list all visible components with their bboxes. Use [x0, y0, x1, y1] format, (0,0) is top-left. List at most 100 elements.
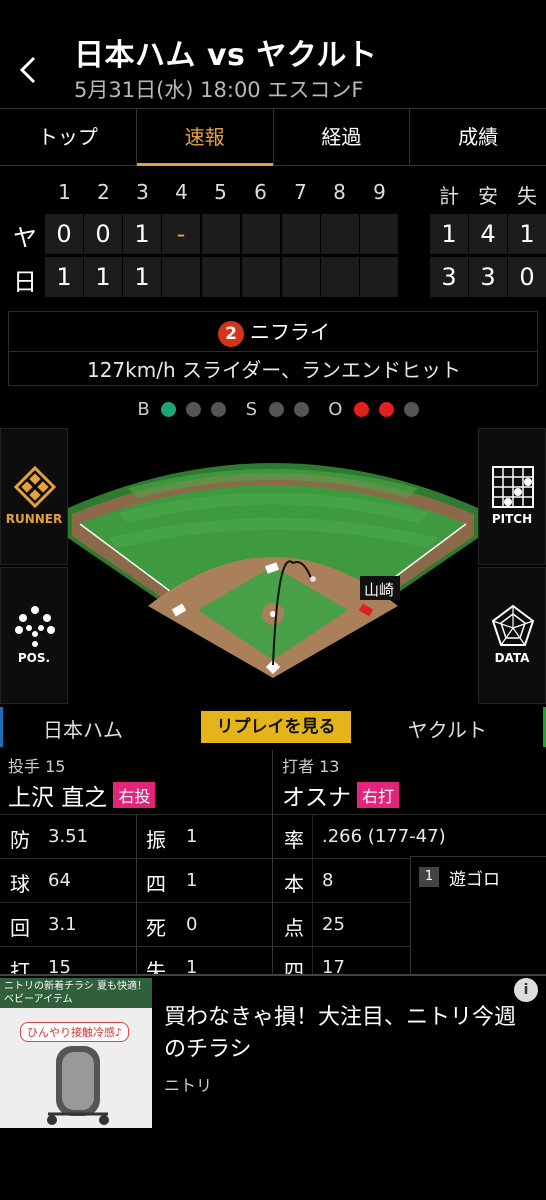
- out-dot: [378, 401, 394, 417]
- tab-stats[interactable]: 成績: [410, 109, 546, 165]
- score-cell: [202, 214, 240, 254]
- ad-title[interactable]: 買わなきゃ損！大注目、ニトリ今週のチラシ: [164, 1002, 534, 1066]
- runner-name-label: 山崎: [364, 581, 395, 599]
- out-dot: [354, 401, 370, 417]
- divider: [0, 814, 546, 815]
- batter-hand-badge: 右打: [357, 782, 400, 808]
- stat-value: 8: [322, 870, 334, 891]
- stat-value: 1: [186, 870, 198, 891]
- data-label: DATA: [494, 651, 530, 665]
- stat-label: 四: [146, 872, 166, 896]
- tab-live[interactable]: 速報: [136, 109, 274, 166]
- stroller-icon: [47, 1046, 109, 1125]
- stat-value: 25: [322, 914, 345, 935]
- divider: [312, 814, 313, 974]
- team-home-tab[interactable]: 日本ハム: [43, 714, 123, 743]
- advertisement[interactable]: ニトリの新着チラシ 夏も快適！ベビーアイテム ひんやり接触冷感♪ 買わなきゃ損！…: [0, 974, 546, 1200]
- strike-label: S: [245, 398, 258, 420]
- score-cell: [360, 257, 398, 297]
- inning-header: 9: [373, 180, 386, 204]
- team-away-tab[interactable]: ヤクルト: [408, 714, 487, 743]
- total-hits-header: 安: [478, 184, 498, 208]
- score-cell: [360, 214, 398, 254]
- runner-diamond-icon: [13, 465, 57, 509]
- batter-name-text: オスナ: [282, 785, 351, 811]
- ad-info-icon[interactable]: i: [514, 978, 538, 1002]
- divider: [136, 814, 137, 974]
- ball-dot: [161, 401, 177, 417]
- score-cell: [162, 257, 200, 297]
- stat-label: 振: [146, 828, 166, 852]
- replay-button[interactable]: リプレイを見る: [201, 711, 351, 743]
- stat-label: 防: [10, 828, 30, 852]
- score-cell: [321, 214, 359, 254]
- game-title: 日本ハム vs ヤクルト: [74, 38, 378, 73]
- ball-label: B: [137, 398, 150, 420]
- score-cell: [321, 257, 359, 297]
- inning-header: 5: [214, 180, 227, 204]
- pitcher-name[interactable]: 上沢 直之 右投: [8, 778, 156, 812]
- team-label-home: 日: [13, 268, 37, 296]
- data-button[interactable]: DATA: [478, 567, 546, 704]
- team-switch-bar: 日本ハム リプレイを見る ヤクルト: [0, 707, 546, 747]
- header: 日本ハム vs ヤクルト 5月31日(水) 18:00 エスコンF: [0, 0, 546, 108]
- total-cell: 4: [469, 214, 507, 254]
- divider: [0, 946, 410, 947]
- pitch-grid-icon: [492, 466, 534, 508]
- pitcher-hand-badge: 右投: [113, 782, 156, 808]
- radar-chart-icon: [491, 604, 535, 646]
- stat-value: 3.1: [48, 914, 77, 935]
- score-cell: 1: [123, 257, 161, 297]
- out-dot: [403, 401, 419, 417]
- play-result: ニフライ: [250, 320, 330, 344]
- score-cell: 0: [45, 214, 83, 254]
- batter-role: 打者 13: [282, 757, 340, 776]
- divider: [272, 750, 273, 974]
- runner-button[interactable]: RUNNER: [0, 428, 68, 565]
- stat-value: 64: [48, 870, 71, 891]
- players-panel: 投手 15 上沢 直之 右投 打者 13 オスナ 右打 防 3.51 振 1 球 6…: [0, 750, 546, 983]
- inning-header: 1: [58, 180, 71, 204]
- stat-label: 点: [284, 916, 304, 940]
- score-cell: -: [162, 214, 200, 254]
- score-cell: 1: [84, 257, 122, 297]
- stat-value: .266 (177-47): [322, 826, 446, 847]
- play-result-line: 2 ニフライ: [9, 316, 539, 347]
- divider: [9, 351, 537, 352]
- pitch-button[interactable]: PITCH: [478, 428, 546, 565]
- pitch-label: PITCH: [491, 512, 533, 526]
- stat-value: 0: [186, 914, 198, 935]
- total-errors-header: 失: [517, 184, 537, 208]
- scoreboard: 1 2 3 4 5 6 7 8 9 計 安 失 ヤ 0 0 1 - 1 4 1 …: [0, 170, 546, 300]
- stat-value: 1: [186, 826, 198, 847]
- score-cell: [242, 214, 280, 254]
- inning-header: 7: [294, 180, 307, 204]
- ad-source: ニトリ: [164, 1076, 213, 1095]
- team-label-away: ヤ: [13, 224, 37, 252]
- ball-dot: [186, 401, 202, 417]
- total-cell: 0: [508, 257, 546, 297]
- stat-label: 本: [284, 872, 304, 896]
- total-cell: 1: [508, 214, 546, 254]
- total-cell: 3: [469, 257, 507, 297]
- positions-icon: [15, 606, 55, 647]
- stat-label: 球: [10, 872, 30, 896]
- positions-button[interactable]: POS.: [0, 567, 68, 704]
- tab-top[interactable]: トップ: [0, 109, 137, 165]
- ad-image[interactable]: ニトリの新着チラシ 夏も快適！ベビーアイテム ひんやり接触冷感♪: [0, 978, 152, 1128]
- score-cell: [282, 257, 320, 297]
- ball-dot: [210, 401, 226, 417]
- at-bat-result: 遊ゴロ: [449, 870, 500, 890]
- at-bat-number: 1: [419, 867, 439, 887]
- total-cell: 3: [430, 257, 468, 297]
- strike-dot: [268, 401, 284, 417]
- ad-image-header: ニトリの新着チラシ 夏も快適！ベビーアイテム: [0, 978, 152, 1008]
- total-cell: 1: [430, 214, 468, 254]
- baseball-field: [68, 463, 478, 678]
- back-arrow-icon[interactable]: [16, 52, 44, 92]
- tab-progress[interactable]: 経過: [274, 109, 411, 165]
- batter-name[interactable]: オスナ 右打: [282, 778, 400, 812]
- at-bat-results: 1 遊ゴロ: [410, 856, 546, 974]
- divider: [0, 902, 410, 903]
- stat-label: 回: [10, 916, 30, 940]
